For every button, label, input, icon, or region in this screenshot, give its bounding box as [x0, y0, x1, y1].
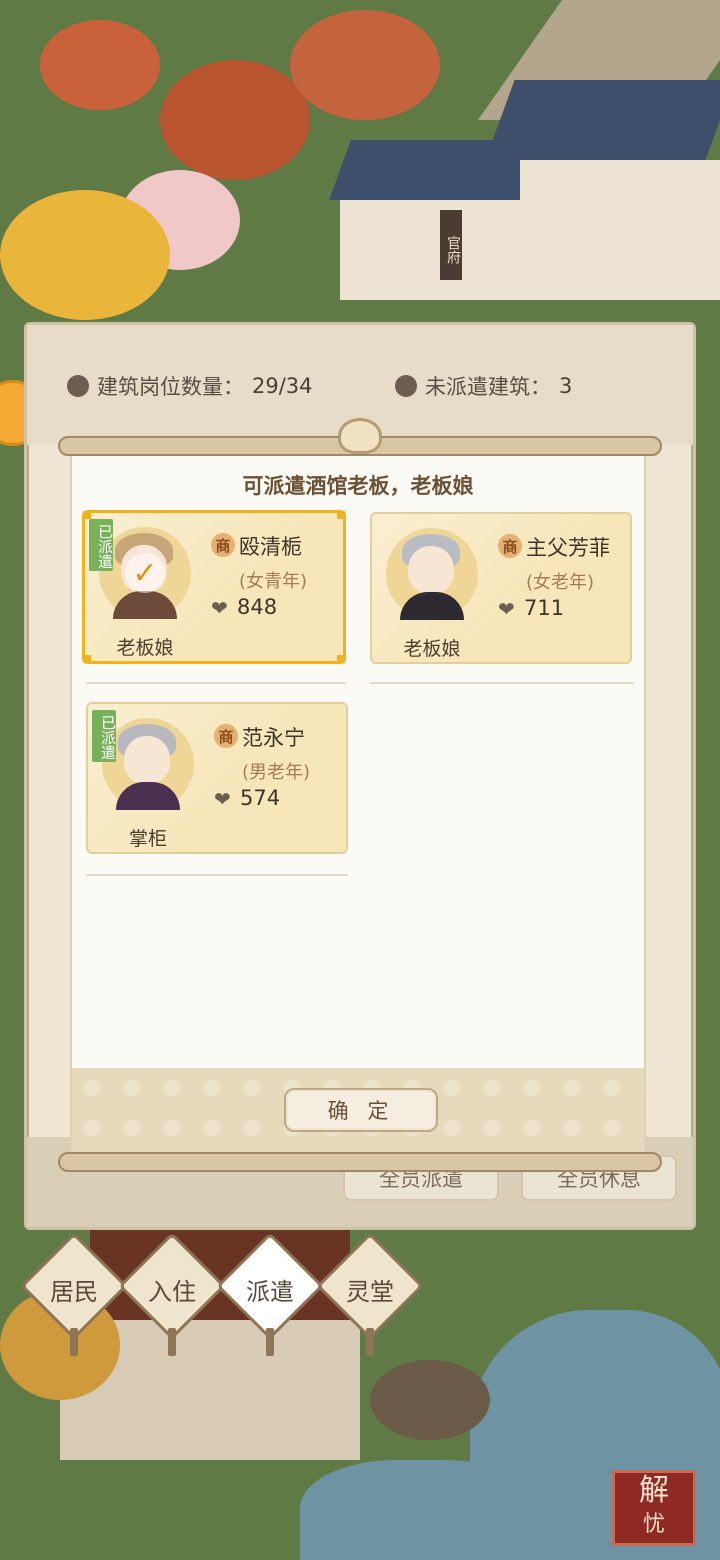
ribbon-knot-icon: [338, 418, 382, 454]
resident-category: (男老年): [242, 762, 311, 783]
tab-residents[interactable]: 居民: [20, 1232, 128, 1356]
resident-category: (女青年): [239, 571, 308, 592]
candidate-card[interactable]: 商 主父芳菲 (女老年) ❤ 711 老板娘: [370, 512, 632, 664]
dispatched-badge: 已派遣: [89, 519, 114, 571]
selection-corner: [337, 655, 345, 663]
heart-icon: ❤: [214, 787, 231, 811]
positions-value: 29/34: [252, 374, 313, 398]
divider: [86, 874, 348, 876]
scroll-rod-bottom: [58, 1152, 662, 1172]
seal-text: 忧: [642, 1512, 665, 1537]
confirm-button[interactable]: 确 定: [284, 1088, 438, 1132]
tassel-icon: [168, 1328, 176, 1356]
tab-dispatch[interactable]: 派遣: [216, 1232, 324, 1356]
heart-icon: ❤: [211, 596, 228, 620]
building-icon: [395, 375, 417, 397]
seal-text: 解: [639, 1473, 669, 1508]
tab-label: 灵堂: [346, 1278, 394, 1306]
resident-score: 848: [237, 595, 278, 619]
merchant-icon: 商: [214, 724, 238, 748]
role-label: 老板娘: [116, 637, 174, 659]
candidate-card[interactable]: ✓ 已派遣 商 殴清栀 (女青年) ❤ 848 老板娘: [82, 510, 346, 664]
candidate-dialog: 可派遣酒馆老板，老板娘 ✓ 已派遣 商 殴清栀 (女青年) ❤ 848 老板娘 …: [70, 456, 646, 1152]
undispatched-value: 3: [559, 374, 573, 398]
dialog-footer: 确 定: [72, 1068, 644, 1152]
selection-corner: [337, 511, 345, 519]
divider: [370, 682, 634, 684]
resident-score: 711: [524, 596, 565, 620]
autumn-tree: [160, 60, 310, 180]
positions-label: 建筑岗位数量：: [97, 375, 244, 399]
tassel-icon: [266, 1328, 274, 1356]
resident-name: 范永宁: [242, 726, 305, 750]
tassel-icon: [70, 1328, 78, 1356]
dispatched-badge: 已派遣: [92, 710, 117, 762]
merchant-icon: 商: [211, 533, 235, 557]
person-icon: [67, 375, 89, 397]
resident-name: 主父芳菲: [526, 536, 610, 560]
resident-score: 574: [240, 786, 281, 810]
resident-name: 殴清栀: [239, 535, 302, 559]
positions-stat: 建筑岗位数量： 29/34: [67, 371, 313, 401]
role-label: 掌柜: [128, 828, 167, 850]
tab-label: 入住: [148, 1278, 196, 1306]
avatar: [386, 528, 478, 620]
merchant-icon: 商: [498, 534, 522, 558]
undispatched-label: 未派遣建筑：: [425, 375, 551, 399]
selection-corner: [83, 511, 91, 519]
undispatched-stat: 未派遣建筑： 3: [395, 371, 572, 401]
seal-button[interactable]: 解 忧: [612, 1470, 696, 1546]
checkmark-icon: ✓: [125, 553, 165, 593]
tassel-icon: [366, 1328, 374, 1356]
role-label: 老板娘: [403, 638, 461, 660]
tab-label: 居民: [50, 1278, 98, 1306]
candidate-card[interactable]: 已派遣 商 范永宁 (男老年) ❤ 574 掌柜: [86, 702, 348, 854]
heart-icon: ❤: [498, 597, 515, 621]
government-office-sign: 官府: [440, 210, 462, 280]
autumn-tree: [290, 10, 440, 120]
divider: [86, 682, 346, 684]
tab-check-in[interactable]: 入住: [118, 1232, 226, 1356]
resident-category: (女老年): [526, 572, 595, 593]
hall-roof: [485, 80, 720, 160]
dialog-title: 可派遣酒馆老板，老板娘: [242, 474, 474, 498]
tab-label: 派遣: [246, 1278, 294, 1306]
autumn-tree: [40, 20, 160, 110]
hall-wall: [520, 160, 720, 300]
bare-tree: [370, 1360, 490, 1440]
pond: [300, 1460, 540, 1560]
tab-memorial-hall[interactable]: 灵堂: [316, 1232, 424, 1356]
ginkgo-tree: [0, 190, 170, 320]
